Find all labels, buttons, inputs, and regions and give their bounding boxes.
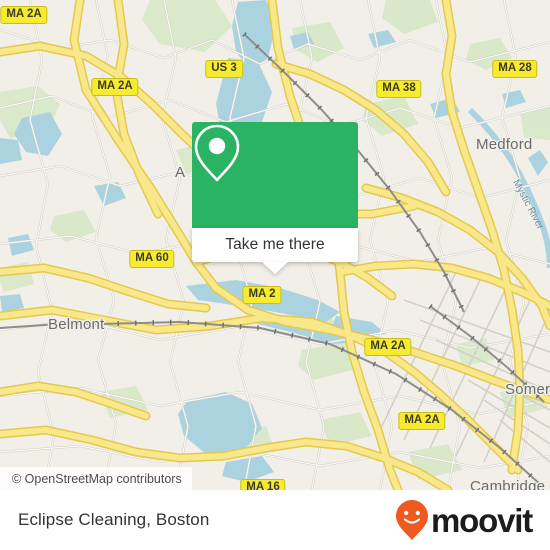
shield-ma-2a-s: MA 2A xyxy=(398,412,446,430)
take-me-there-button[interactable]: Take me there xyxy=(192,228,358,262)
osm-attribution[interactable]: © OpenStreetMap contributors xyxy=(0,467,192,490)
popup-tail-arrow xyxy=(262,262,288,274)
shield-us-3: US 3 xyxy=(205,60,243,78)
shield-ma-2a-mid: MA 2A xyxy=(91,78,139,96)
popup-pin-panel xyxy=(192,122,358,228)
shield-ma-2a-se: MA 2A xyxy=(364,338,412,356)
shield-ma-28: MA 28 xyxy=(492,60,538,78)
shield-ma-38: MA 38 xyxy=(376,80,422,98)
moovit-logo[interactable]: moovit xyxy=(395,499,533,541)
moovit-wordmark: moovit xyxy=(431,501,533,539)
shield-ma-2a-nw: MA 2A xyxy=(0,6,48,24)
moovit-pin-smiley-icon xyxy=(396,500,429,540)
map-canvas[interactable]: A Medford Belmont Somer Cambridge Mystic… xyxy=(0,0,550,490)
place-title: Eclipse Cleaning, Boston xyxy=(18,510,210,529)
shield-ma-16: MA 16 xyxy=(240,479,286,490)
map-pin-icon xyxy=(194,124,240,182)
shield-ma-2: MA 2 xyxy=(242,286,282,304)
shield-ma-60: MA 60 xyxy=(129,250,175,268)
moovit-map-screenshot: A Medford Belmont Somer Cambridge Mystic… xyxy=(0,0,550,550)
footer-bar: Eclipse Cleaning, Boston moovit xyxy=(0,490,550,550)
destination-popup-card[interactable]: Take me there xyxy=(192,122,358,274)
